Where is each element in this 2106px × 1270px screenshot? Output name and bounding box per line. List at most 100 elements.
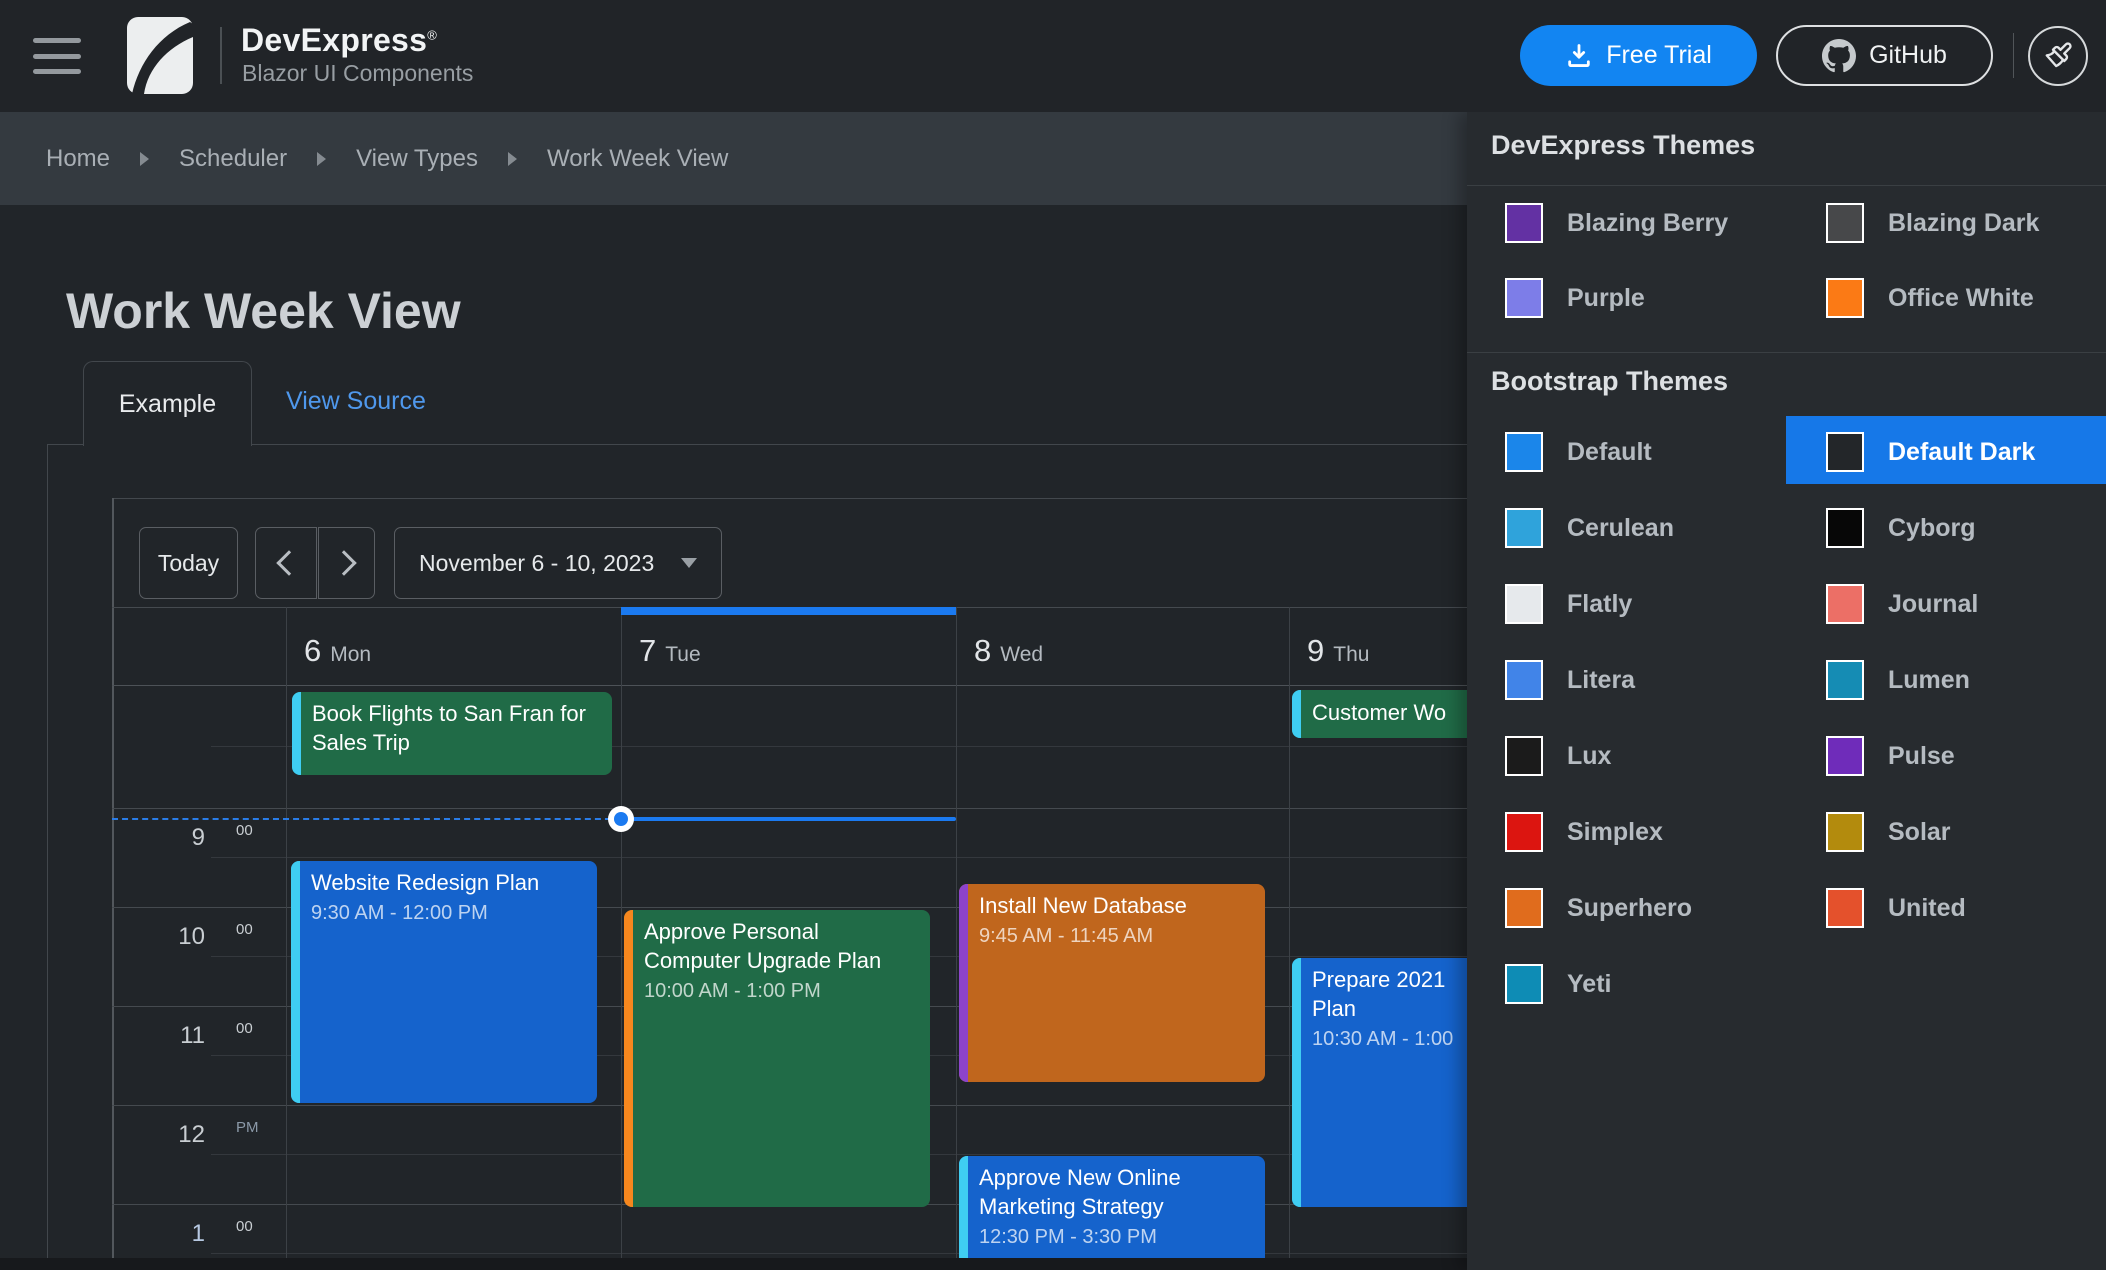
theme-option-label: Flatly xyxy=(1567,590,1632,619)
brand-subtitle: Blazor UI Components xyxy=(242,60,473,87)
theme-swatch-icon xyxy=(1505,432,1543,472)
brand-name: DevExpress® xyxy=(241,22,437,59)
theme-swatch-icon xyxy=(1505,736,1543,776)
hour-label: 1 xyxy=(112,1220,205,1248)
theme-option-litera[interactable]: Litera xyxy=(1505,660,1635,700)
event-install-database[interactable]: Install New Database 9:45 AM - 11:45 AM xyxy=(959,884,1265,1082)
theme-swatch-icon xyxy=(1826,812,1864,852)
devexpress-logo-icon[interactable] xyxy=(127,17,193,94)
event-prepare-plan[interactable]: Prepare 2021 Plan 10:30 AM - 1:00 xyxy=(1292,958,1478,1207)
event-book-flights[interactable]: Book Flights to San Fran for Sales Trip xyxy=(292,692,612,775)
current-time-dot xyxy=(608,806,634,832)
hour-label: 10 xyxy=(112,923,205,951)
theme-option-lux[interactable]: Lux xyxy=(1505,736,1611,776)
theme-option-label: Blazing Berry xyxy=(1567,209,1728,238)
theme-option-default[interactable]: Default xyxy=(1505,432,1652,472)
chevron-right-icon xyxy=(331,550,356,575)
theme-option-simplex[interactable]: Simplex xyxy=(1505,812,1663,852)
theme-option-label: Lumen xyxy=(1888,666,1970,695)
prev-week-button[interactable] xyxy=(255,527,317,599)
theme-option-label: Cerulean xyxy=(1567,514,1674,543)
tab-view-source[interactable]: View Source xyxy=(286,387,426,416)
event-customer-workshop[interactable]: Customer Wo xyxy=(1292,690,1478,738)
event-approve-marketing[interactable]: Approve New Online Marketing Strategy 12… xyxy=(959,1156,1265,1270)
tab-example[interactable]: Example xyxy=(83,361,252,446)
event-website-redesign[interactable]: Website Redesign Plan 9:30 AM - 12:00 PM xyxy=(291,861,597,1103)
hour-label: 11 xyxy=(112,1022,205,1050)
theme-option-default-dark[interactable]: Default Dark xyxy=(1826,432,2035,472)
gridline xyxy=(112,808,1467,809)
breadcrumb-home[interactable]: Home xyxy=(46,145,110,173)
date-range-label: November 6 - 10, 2023 xyxy=(419,550,654,577)
theme-option-label: Purple xyxy=(1567,284,1645,313)
chevron-left-icon xyxy=(276,550,301,575)
theme-swatch-icon xyxy=(1505,584,1543,624)
theme-swatch-icon xyxy=(1505,888,1543,928)
event-approve-upgrade[interactable]: Approve Personal Computer Upgrade Plan 1… xyxy=(624,910,930,1207)
theme-option-lumen[interactable]: Lumen xyxy=(1826,660,1970,700)
theme-option-solar[interactable]: Solar xyxy=(1826,812,1951,852)
hamburger-menu-icon[interactable] xyxy=(33,38,81,74)
breadcrumb-view-types[interactable]: View Types xyxy=(356,145,478,173)
registered-mark: ® xyxy=(427,27,437,42)
hour-suffix-label: 00 xyxy=(236,822,253,839)
breadcrumb-separator-icon xyxy=(140,152,149,166)
theme-option-label: Blazing Dark xyxy=(1888,209,2039,238)
theme-option-label: Solar xyxy=(1888,818,1951,847)
brand-divider xyxy=(220,27,222,84)
theme-swatch-icon xyxy=(1505,812,1543,852)
breadcrumb-separator-icon xyxy=(508,152,517,166)
hour-label: 12 xyxy=(112,1121,205,1149)
gridline xyxy=(1289,607,1290,1258)
theme-option-cyborg[interactable]: Cyborg xyxy=(1826,508,1976,548)
date-range-selector[interactable]: November 6 - 10, 2023 xyxy=(394,527,722,599)
theme-option-cerulean[interactable]: Cerulean xyxy=(1505,508,1674,548)
day-header-wed[interactable]: 8 Wed xyxy=(956,607,1289,685)
devexpress-themes-header: DevExpress Themes xyxy=(1491,130,1755,161)
theme-option-label: Superhero xyxy=(1567,894,1692,923)
scheduler-border xyxy=(112,498,1467,499)
github-button[interactable]: GitHub xyxy=(1776,25,1993,86)
theme-option-united[interactable]: United xyxy=(1826,888,1966,928)
theme-option-journal[interactable]: Journal xyxy=(1826,584,1978,624)
theme-option-superhero[interactable]: Superhero xyxy=(1505,888,1692,928)
theme-option-blazing-dark[interactable]: Blazing Dark xyxy=(1826,203,2039,243)
current-time-line-dashed xyxy=(112,818,621,820)
hour-suffix-label: 00 xyxy=(236,1218,253,1235)
theme-option-yeti[interactable]: Yeti xyxy=(1505,964,1611,1004)
theme-option-office-white[interactable]: Office White xyxy=(1826,278,2034,318)
free-trial-label: Free Trial xyxy=(1606,41,1712,70)
theme-option-label: Yeti xyxy=(1567,970,1611,999)
github-label: GitHub xyxy=(1869,41,1947,70)
free-trial-button[interactable]: Free Trial xyxy=(1520,25,1757,86)
theme-option-blazing-berry[interactable]: Blazing Berry xyxy=(1505,203,1728,243)
theme-option-purple[interactable]: Purple xyxy=(1505,278,1645,318)
hour-label: 9 xyxy=(112,824,205,852)
breadcrumb-scheduler[interactable]: Scheduler xyxy=(179,145,287,173)
theme-option-pulse[interactable]: Pulse xyxy=(1826,736,1955,776)
day-header-mon[interactable]: 6 Mon xyxy=(286,607,621,685)
theme-swatch-icon xyxy=(1826,660,1864,700)
page-title: Work Week View xyxy=(66,282,461,340)
theme-swatch-icon xyxy=(1826,278,1864,318)
theme-swatch-icon xyxy=(1826,584,1864,624)
next-week-button[interactable] xyxy=(318,527,375,599)
gridline xyxy=(286,607,287,1258)
gridline xyxy=(211,857,1467,858)
theme-swatch-icon xyxy=(1505,508,1543,548)
day-header-thu[interactable]: 9 Thu xyxy=(1289,607,1467,685)
app-window: DevExpress® Blazor UI Components Free Tr… xyxy=(0,0,2106,1270)
theme-picker-button[interactable] xyxy=(2028,26,2088,86)
theme-option-label: Journal xyxy=(1888,590,1978,619)
today-button[interactable]: Today xyxy=(139,527,238,599)
gridline xyxy=(621,607,622,1258)
scrollbar-track[interactable] xyxy=(0,1258,1467,1270)
bootstrap-themes-header: Bootstrap Themes xyxy=(1491,366,1728,397)
hour-suffix-label: 00 xyxy=(236,1020,253,1037)
theme-swatch-icon xyxy=(1826,736,1864,776)
theme-option-label: United xyxy=(1888,894,1966,923)
day-header-tue[interactable]: 7 Tue xyxy=(621,607,956,685)
gridline xyxy=(211,1253,1467,1254)
theme-option-flatly[interactable]: Flatly xyxy=(1505,584,1632,624)
breadcrumb-separator-icon xyxy=(317,152,326,166)
